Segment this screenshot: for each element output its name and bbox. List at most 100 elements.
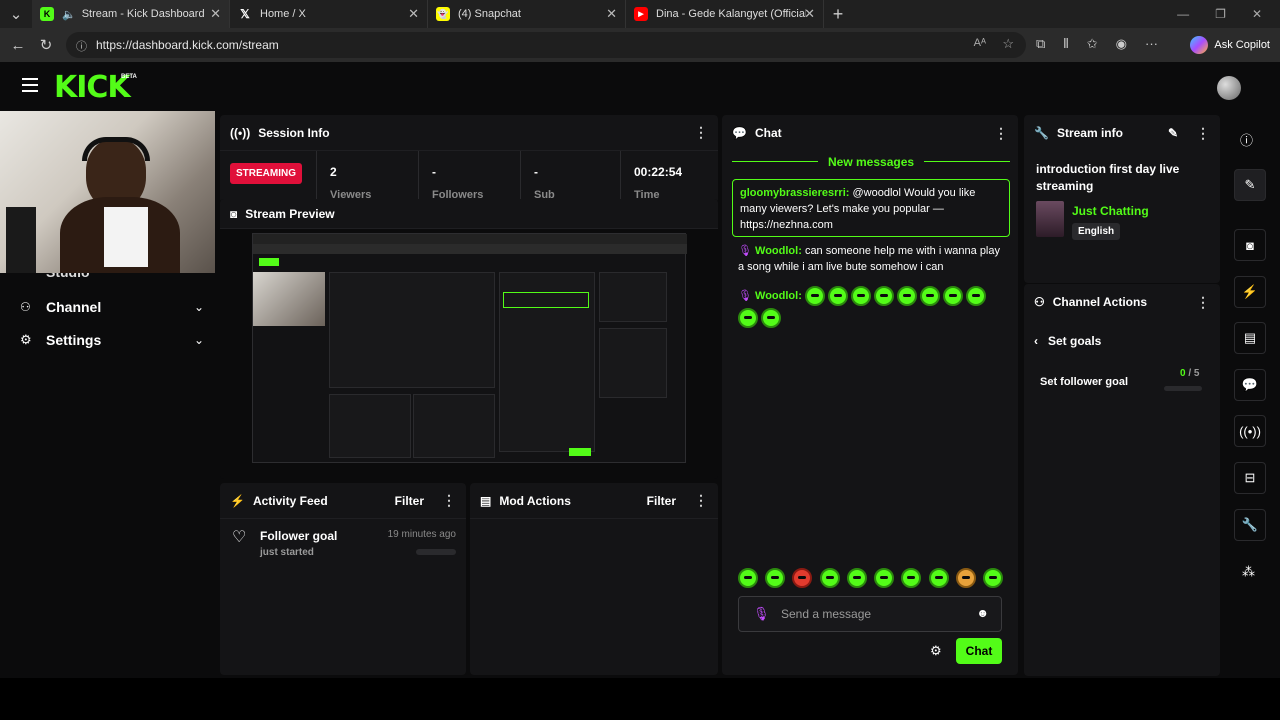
chat-username[interactable]: gloomybrassieresrri: (740, 187, 849, 199)
mic-badge-icon: 🎙 (738, 290, 752, 302)
copilot-button[interactable]: Ask Copilot (1190, 33, 1270, 57)
top-nav: KICK BETA (0, 62, 1280, 112)
emote-icon (761, 308, 781, 329)
url-field[interactable]: ⓘ https://dashboard.kick.com/stream Aᴬ ☆ (66, 32, 1026, 58)
emote-icon[interactable] (982, 568, 1003, 588)
back-icon[interactable]: ← (4, 31, 32, 59)
chat-toggle-icon[interactable]: 💬 (1234, 369, 1266, 401)
stat-viewers: 2 Viewers (330, 151, 371, 201)
kebab-menu-icon[interactable]: ⋮ (994, 125, 1008, 142)
layout-toggle-icon[interactable]: ⊟ (1234, 462, 1266, 494)
minimize-icon[interactable]: — (1177, 7, 1189, 21)
broadcast-toggle-icon[interactable]: ((•)) (1234, 415, 1266, 447)
browser-tab-youtube[interactable]: ▶ Dina - Gede Kalangyet (Official Vi ✕ (626, 0, 824, 28)
category-thumbnail[interactable] (1036, 201, 1064, 237)
emote-icon[interactable] (819, 568, 840, 588)
chevron-down-icon: ⌄ (193, 333, 204, 347)
stream-preview-video[interactable] (252, 233, 687, 463)
emote-icon[interactable] (738, 568, 758, 588)
gear-icon: ⚙ (20, 332, 32, 347)
browser-tab-kick[interactable]: K 🔈 Stream - Kick Dashboard ✕ (32, 0, 230, 28)
close-tab-icon[interactable]: ✕ (606, 6, 617, 22)
emote-icon[interactable] (901, 568, 922, 588)
emote-icon (738, 308, 758, 329)
set-follower-goal-item[interactable]: Set follower goal (1040, 376, 1128, 388)
stat-followers: - Followers (432, 151, 483, 201)
send-chat-button[interactable]: Chat (956, 638, 1002, 664)
close-tab-icon[interactable]: ✕ (804, 6, 815, 22)
edit-pencil-icon[interactable]: ✎ (1168, 126, 1178, 140)
kebab-menu-icon[interactable]: ⋮ (694, 492, 708, 509)
kebab-menu-icon[interactable]: ⋮ (694, 124, 708, 141)
activity-progress (416, 549, 456, 555)
sidebar-item-label: Channel (46, 299, 102, 315)
refresh-icon[interactable]: ↻ (32, 31, 60, 59)
wrench-toggle-icon[interactable]: 🔧 (1234, 509, 1266, 541)
filter-button[interactable]: Filter (647, 494, 676, 508)
apps-grid-icon[interactable]: ⁂ (1242, 564, 1255, 580)
new-messages-divider: New messages (818, 155, 925, 169)
sidebar-item-channel[interactable]: ⚇ Channel ⌄ (20, 296, 204, 318)
kebab-menu-icon[interactable]: ⋮ (442, 492, 456, 509)
tab-title: Stream - Kick Dashboard (81, 8, 205, 20)
read-aloud-icon[interactable]: Aᴬ (974, 37, 986, 49)
extensions-icon[interactable]: ⧉ (1036, 36, 1045, 52)
new-tab-icon[interactable]: + (824, 0, 852, 28)
activity-feed-panel: ⚡ Activity Feed Filter ⋮ ♡ Follower goal… (220, 483, 466, 675)
lightning-toggle-icon[interactable]: ⚡ (1234, 276, 1266, 308)
edit-layout-icon[interactable]: ✎ (1234, 169, 1266, 201)
lightning-icon: ⚡ (230, 493, 245, 508)
kick-logo[interactable]: KICK (54, 70, 131, 105)
close-tab-icon[interactable]: ✕ (210, 6, 221, 22)
site-info-icon[interactable]: ⓘ (76, 38, 87, 54)
browser-address-bar: ← ↻ ⓘ https://dashboard.kick.com/stream … (0, 28, 1280, 62)
user-avatar[interactable] (1217, 76, 1241, 100)
panel-title: Activity Feed (252, 493, 328, 508)
close-window-icon[interactable]: ✕ (1252, 7, 1262, 21)
browser-tab-x[interactable]: 𝕏 Home / X ✕ (230, 0, 428, 28)
stream-preview-toggle-icon[interactable]: ◙ (1234, 229, 1266, 261)
copilot-label: Ask Copilot (1214, 39, 1270, 51)
chat-settings-gear-icon[interactable]: ⚙ (930, 643, 942, 659)
emote-icon (919, 286, 940, 307)
sidebar-item-label: Settings (46, 332, 102, 348)
chat-message[interactable]: 🎙 Woodlol: can someone help me with i wa… (738, 243, 1006, 275)
chat-message-highlighted[interactable]: gloomybrassieresrri: @woodlol Would you … (732, 179, 1010, 237)
tab-title: Home / X (260, 8, 306, 20)
emoji-picker-icon[interactable]: ☻ (976, 606, 989, 620)
more-menu-icon[interactable]: ··· (1145, 36, 1158, 52)
filter-button[interactable]: Filter (395, 494, 424, 508)
kebab-menu-icon[interactable]: ⋮ (1196, 294, 1210, 311)
chat-username[interactable]: Woodlol: (755, 245, 802, 257)
browser-tab-snapchat[interactable]: 👻 (4) Snapchat ✕ (428, 0, 626, 28)
favorites-icon[interactable]: ✩ (1087, 36, 1098, 52)
maximize-icon[interactable]: ❐ (1215, 7, 1226, 21)
sidebar-item-settings[interactable]: ⚙ Settings ⌄ (20, 329, 204, 351)
document-toggle-icon[interactable]: ▤ (1234, 322, 1266, 354)
split-screen-icon[interactable]: ⫴ (1063, 36, 1068, 52)
set-goals-back-button[interactable]: ‹ Set goals (1034, 334, 1101, 348)
category-link[interactable]: Just Chatting (1072, 204, 1149, 218)
emote-icon[interactable] (846, 568, 867, 588)
panel-header: ((•)) Session Info ⋮ (220, 115, 718, 151)
chat-input[interactable]: 🎙 Send a message ☻ (738, 596, 1002, 632)
goal-progress-bar (1164, 386, 1202, 391)
chat-bubble-icon: 💬 (732, 126, 747, 140)
kebab-menu-icon[interactable]: ⋮ (1196, 125, 1210, 142)
emote-icon[interactable] (765, 568, 786, 588)
emote-icon[interactable] (928, 568, 949, 588)
info-icon[interactable]: ⓘ (1240, 130, 1253, 149)
chat-message-emotes[interactable]: 🎙 Woodlol: (738, 285, 1006, 329)
hamburger-menu-icon[interactable] (22, 78, 38, 92)
tab-list-chevron-icon[interactable]: ⌄ (0, 0, 32, 28)
goal-count: 0 / 5 (1180, 368, 1199, 379)
emote-icon[interactable] (955, 568, 976, 588)
emote-icon[interactable] (874, 568, 895, 588)
close-tab-icon[interactable]: ✕ (408, 6, 419, 22)
chat-username[interactable]: Woodlol: (755, 290, 802, 302)
emote-icon[interactable] (792, 568, 813, 588)
favorite-star-icon[interactable]: ☆ (1002, 36, 1014, 52)
profile-avatar-icon[interactable]: ◉ (1116, 36, 1127, 52)
document-icon: ▤ (480, 493, 492, 508)
youtube-icon: ▶ (634, 7, 648, 21)
